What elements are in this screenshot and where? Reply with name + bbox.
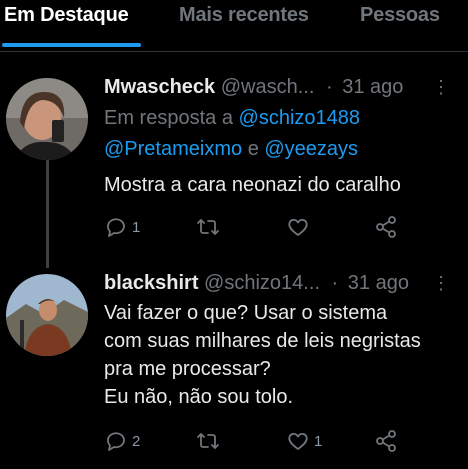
reply-icon — [107, 218, 125, 237]
retweet-icon — [197, 219, 219, 235]
reply-button[interactable]: 2 — [104, 429, 140, 453]
reply-context-line2: @Pretameixmo e @yeezays — [104, 137, 358, 161]
tweet-header: blackshirt @schizo14... · 31 ago — [104, 272, 409, 295]
search-tabs: Em Destaque Mais recentes Pessoas — [0, 0, 468, 52]
tweet-header: Mwascheck @wasch... · 31 ago — [104, 76, 403, 99]
retweet-button[interactable] — [196, 215, 220, 239]
more-icon[interactable]: ⋮ — [432, 78, 450, 96]
tweet-blackshirt[interactable]: blackshirt @schizo14... · 31 ago ⋮ Vai f… — [0, 258, 468, 469]
separator-dot: · — [325, 76, 333, 98]
tweet-text: Mostra a cara neonazi do caralho — [104, 174, 401, 196]
tweet-text-line: pra me processar? — [104, 358, 271, 380]
author-name[interactable]: Mwascheck — [104, 76, 215, 98]
reply-icon — [107, 432, 125, 451]
like-button[interactable]: 1 — [286, 429, 322, 453]
share-icon — [376, 216, 396, 238]
heart-icon — [288, 219, 308, 236]
mention-link[interactable]: @Pretameixmo — [104, 138, 242, 160]
active-tab-indicator — [2, 43, 141, 47]
tweet-actions: 2 1 — [104, 429, 414, 453]
share-button[interactable] — [374, 429, 398, 453]
like-button[interactable] — [286, 215, 310, 239]
mention-link[interactable]: @schizo1488 — [239, 107, 360, 129]
tweet-text-line: Vai fazer o que? Usar o sistema — [104, 302, 388, 324]
separator-dot: · — [331, 272, 339, 294]
author-handle[interactable]: @schizo14... — [204, 272, 320, 294]
avatar[interactable] — [6, 78, 88, 160]
tab-mais-recentes[interactable]: Mais recentes — [179, 4, 309, 27]
tweet-date[interactable]: 31 ago — [342, 76, 403, 98]
author-handle[interactable]: @wasch... — [221, 76, 315, 98]
reply-prefix: Em resposta a — [104, 107, 233, 129]
reply-context: Em resposta a @schizo1488 — [104, 106, 360, 130]
more-icon[interactable]: ⋮ — [432, 274, 450, 292]
reply-and: e — [247, 138, 259, 160]
reply-count: 2 — [132, 432, 141, 450]
reply-count: 1 — [132, 218, 141, 236]
share-button[interactable] — [374, 215, 398, 239]
tweet-mwascheck[interactable]: Mwascheck @wasch... · 31 ago ⋮ Em respos… — [0, 62, 468, 252]
like-count: 1 — [314, 432, 323, 450]
reply-button[interactable]: 1 — [104, 215, 140, 239]
heart-icon — [288, 433, 308, 450]
tab-em-destaque[interactable]: Em Destaque — [4, 4, 129, 27]
tweet-text-line: com suas milhares de leis negristas — [104, 330, 421, 352]
retweet-button[interactable] — [196, 429, 220, 453]
author-name[interactable]: blackshirt — [104, 272, 198, 294]
mention-link[interactable]: @yeezays — [264, 138, 358, 160]
tweet-actions: 1 — [104, 215, 414, 239]
tab-pessoas[interactable]: Pessoas — [360, 4, 440, 27]
tweet-text-line: Eu não, não sou tolo. — [104, 386, 294, 408]
avatar[interactable] — [6, 274, 88, 356]
tweet-date[interactable]: 31 ago — [348, 272, 409, 294]
share-icon — [376, 430, 396, 452]
retweet-icon — [197, 433, 219, 449]
